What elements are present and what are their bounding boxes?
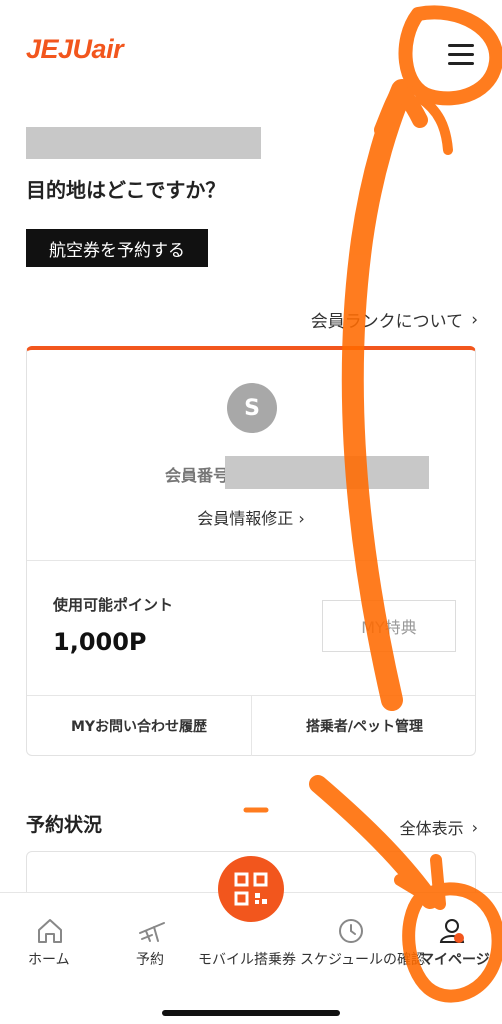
view-all-label: 全体表示 bbox=[399, 819, 464, 838]
person-icon bbox=[439, 919, 465, 943]
destination-question: 目的地はどこですか？ bbox=[26, 178, 226, 202]
inquiry-history-button[interactable]: MYお問い合わせ履歴 bbox=[27, 696, 251, 756]
app-header: JEJUair bbox=[0, 0, 502, 100]
book-flight-button[interactable]: 航空券を予約する bbox=[26, 229, 208, 267]
qr-code-icon bbox=[234, 872, 268, 906]
hamburger-menu-button[interactable] bbox=[444, 38, 478, 70]
reservation-status-title: 予約状況 bbox=[26, 814, 103, 836]
member-number-redacted bbox=[225, 456, 429, 489]
chevron-right-icon: › bbox=[471, 817, 478, 837]
member-rank-link[interactable]: 会員ランクについて › bbox=[310, 307, 478, 333]
greeting-redacted bbox=[26, 127, 261, 159]
plane-icon bbox=[139, 922, 165, 942]
hamburger-menu-icon bbox=[448, 44, 474, 47]
avatar: S bbox=[227, 383, 277, 433]
tab-reservation[interactable]: 予約 bbox=[110, 893, 194, 983]
tab-boarding-pass-label: モバイル搭乗券 bbox=[198, 952, 296, 968]
tab-reservation-label: 予約 bbox=[136, 952, 164, 968]
clock-icon bbox=[339, 919, 363, 943]
logo-suffix-text: air bbox=[91, 34, 124, 64]
jejuair-logo[interactable]: JEJUair bbox=[26, 34, 124, 65]
tab-home[interactable]: ホーム bbox=[8, 893, 92, 983]
hamburger-menu-icon bbox=[448, 53, 474, 56]
home-icon bbox=[38, 919, 62, 943]
divider bbox=[27, 560, 475, 561]
member-number-label: 会員番号 bbox=[165, 466, 230, 485]
edit-member-info-link[interactable]: 会員情報修正 › bbox=[27, 505, 475, 529]
view-all-reservations-link[interactable]: 全体表示 › bbox=[400, 815, 478, 839]
my-benefits-button[interactable]: MY特典 bbox=[322, 600, 456, 652]
logo-main-text: JEJU bbox=[26, 34, 92, 64]
tab-schedule-label: スケジュールの確認 bbox=[300, 952, 426, 968]
home-indicator bbox=[162, 1010, 340, 1016]
passenger-pet-management-button[interactable]: 搭乗者/ペット管理 bbox=[252, 696, 477, 756]
available-points-label: 使用可能ポイント bbox=[53, 596, 174, 614]
tab-mypage[interactable]: マイページ bbox=[416, 893, 502, 983]
tab-home-label: ホーム bbox=[28, 952, 70, 968]
tab-mypage-label: マイページ bbox=[420, 952, 490, 968]
mobile-boarding-pass-button[interactable] bbox=[218, 856, 284, 922]
tab-schedule[interactable]: スケジュールの確認 bbox=[300, 893, 425, 983]
member-card: S 会員番号 会員情報修正 › 使用可能ポイント 1,000P MY特典 MYお… bbox=[26, 346, 476, 756]
chevron-right-icon: › bbox=[471, 309, 478, 330]
available-points-value: 1,000P bbox=[53, 628, 147, 656]
member-rank-link-label: 会員ランクについて bbox=[310, 312, 464, 332]
hamburger-menu-icon bbox=[448, 62, 474, 65]
